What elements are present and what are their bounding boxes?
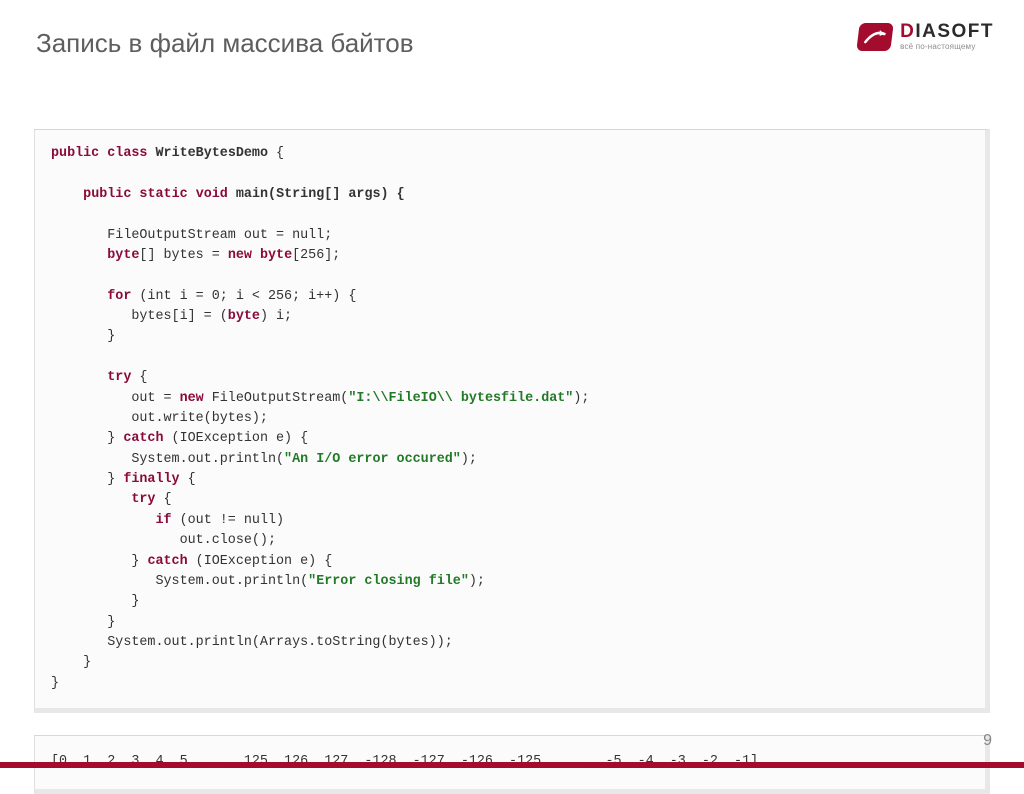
code-block: public class WriteBytesDemo { public sta… bbox=[34, 129, 990, 713]
slide-header: Запись в файл массива байтов DIASOFT всё… bbox=[0, 0, 1024, 69]
source-code: public class WriteBytesDemo { public sta… bbox=[51, 144, 969, 694]
page-number: 9 bbox=[983, 732, 992, 750]
logo-mark-icon bbox=[856, 23, 893, 51]
logo-tagline: всё по-настоящему bbox=[900, 43, 994, 51]
logo-wordmark: DIASOFT bbox=[900, 22, 994, 41]
slide-title: Запись в файл массива байтов bbox=[36, 28, 414, 59]
logo-text: DIASOFT всё по-настоящему bbox=[900, 22, 994, 51]
footer-accent-bar bbox=[0, 762, 1024, 768]
brand-logo: DIASOFT всё по-настоящему bbox=[858, 22, 994, 51]
